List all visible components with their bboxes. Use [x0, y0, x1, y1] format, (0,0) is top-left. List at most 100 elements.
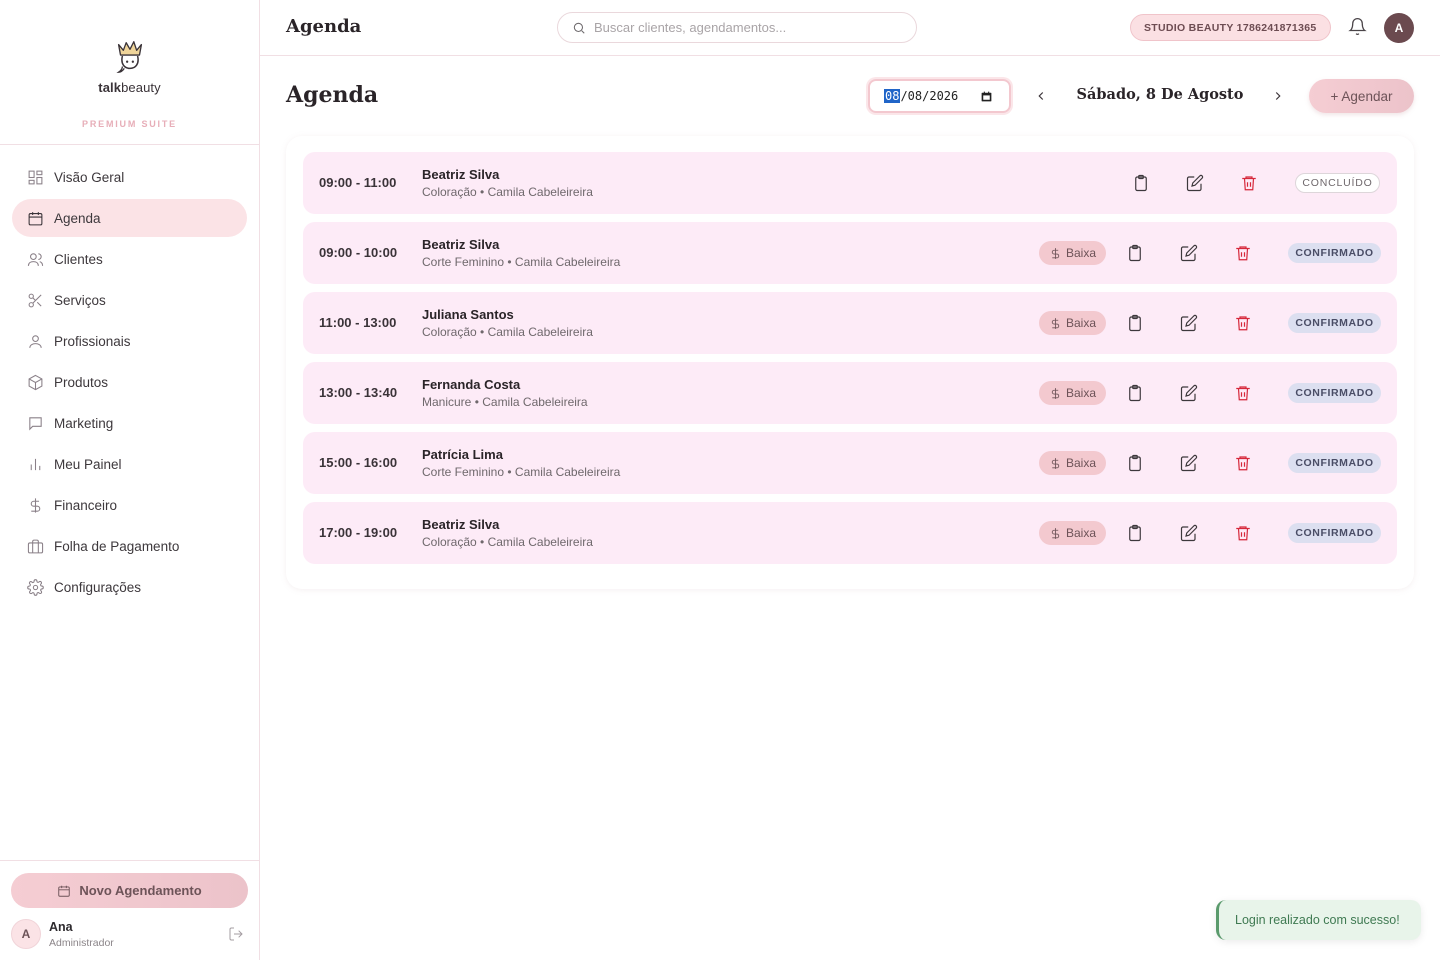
clipboard-icon	[1129, 384, 1141, 402]
calendar-icon	[58, 885, 71, 897]
appointment-client: Juliana Santos	[422, 307, 514, 322]
details-button[interactable]	[1125, 313, 1145, 333]
delete-button[interactable]	[1233, 453, 1253, 473]
date-day-segment[interactable]: 08	[884, 89, 901, 103]
sidebar-item-label: Meu Painel	[54, 456, 122, 472]
topbar-title: Agenda	[286, 16, 362, 37]
search-icon	[573, 22, 585, 34]
chevron-right-icon	[1275, 92, 1281, 100]
user-name: Ana	[49, 919, 73, 934]
delete-button[interactable]	[1233, 523, 1253, 543]
dollar-icon	[1051, 247, 1060, 259]
edit-button[interactable]	[1179, 453, 1199, 473]
sidebar-item-configuracoes[interactable]: Configurações	[12, 568, 247, 606]
edit-icon	[1180, 244, 1198, 262]
payment-baixa-button[interactable]: Baixa	[1039, 241, 1106, 265]
sidebar-item-agenda[interactable]: Agenda	[12, 199, 247, 237]
avatar: A	[11, 919, 41, 949]
payment-baixa-button[interactable]: Baixa	[1039, 451, 1106, 475]
payment-baixa-label: Baixa	[1065, 316, 1097, 330]
sidebar-item-financeiro[interactable]: Financeiro	[12, 486, 247, 524]
delete-button[interactable]	[1233, 243, 1253, 263]
sidebar-item-produtos[interactable]: Produtos	[12, 363, 247, 401]
grid-icon	[26, 168, 44, 186]
sidebar-item-folha-de-pagamento[interactable]: Folha de Pagamento	[12, 527, 247, 565]
appointment-time: 17:00 - 19:00	[319, 525, 398, 540]
sidebar-item-label: Visão Geral	[54, 169, 125, 185]
talkbeauty-logo	[115, 41, 142, 73]
trash-icon	[1242, 176, 1256, 191]
add-appointment-button[interactable]: + Agendar	[1309, 79, 1414, 113]
date-picker-input[interactable]: 08/08/2026	[868, 79, 1011, 113]
appointment-detail: Corte Feminino • Camila Cabeleireira	[422, 255, 621, 269]
calendar-icon	[26, 209, 44, 227]
studio-badge[interactable]: STUDIO BEAUTY 1786241871365	[1130, 14, 1331, 41]
delete-button[interactable]	[1233, 313, 1253, 333]
status-badge: CONCLUÍDO	[1295, 173, 1380, 193]
edit-icon	[1186, 174, 1204, 192]
delete-button[interactable]	[1239, 173, 1259, 193]
date-rest-segment[interactable]: /08/2026	[900, 89, 958, 103]
details-button[interactable]	[1125, 383, 1145, 403]
chevron-left-icon	[1038, 92, 1044, 100]
appointment-detail: Coloração • Camila Cabeleireira	[422, 535, 593, 549]
brand-header: talkbeauty PREMIUM SUITE	[0, 0, 259, 145]
edit-button[interactable]	[1179, 523, 1199, 543]
appointment-client: Beatriz Silva	[422, 167, 500, 182]
status-badge: CONFIRMADO	[1288, 383, 1381, 403]
notifications-button[interactable]	[1348, 17, 1368, 37]
appointment-time: 15:00 - 16:00	[319, 455, 398, 470]
logout-button[interactable]	[228, 926, 244, 942]
details-button[interactable]	[1125, 523, 1145, 543]
payment-baixa-button[interactable]: Baixa	[1039, 521, 1106, 545]
sidebar-item-visao-geral[interactable]: Visão Geral	[12, 158, 247, 196]
dollar-icon	[1051, 527, 1060, 539]
clipboard-icon	[1129, 244, 1141, 262]
scissors-icon	[26, 291, 44, 309]
sidebar-item-label: Profissionais	[54, 333, 131, 349]
appointment-detail: Manicure • Camila Cabeleireira	[422, 395, 588, 409]
search-input[interactable]	[594, 20, 894, 35]
calendar-picker-icon[interactable]	[980, 90, 993, 103]
search-bar[interactable]	[557, 12, 917, 43]
appointments-list: 09:00 - 11:00 Beatriz Silva Coloração • …	[286, 136, 1414, 589]
details-button[interactable]	[1131, 173, 1151, 193]
user-info: Ana Administrador	[49, 920, 114, 949]
brand-tagline: PREMIUM SUITE	[82, 119, 177, 129]
appointment-row[interactable]: 09:00 - 11:00 Beatriz Silva Coloração • …	[303, 152, 1397, 214]
sidebar-item-label: Marketing	[54, 415, 114, 431]
status-badge: CONFIRMADO	[1288, 523, 1381, 543]
sidebar-item-label: Configurações	[54, 579, 142, 595]
sidebar-item-profissionais[interactable]: Profissionais	[12, 322, 247, 360]
avatar[interactable]: A	[1384, 13, 1414, 43]
sidebar-item-meu-painel[interactable]: Meu Painel	[12, 445, 247, 483]
dollar-icon	[1051, 317, 1060, 329]
clipboard-icon	[1135, 174, 1147, 192]
new-appointment-button[interactable]: Novo Agendamento	[11, 873, 248, 908]
delete-button[interactable]	[1233, 383, 1253, 403]
edit-button[interactable]	[1179, 383, 1199, 403]
appointment-row[interactable]: 09:00 - 10:00 Beatriz Silva Corte Femini…	[303, 222, 1397, 284]
details-button[interactable]	[1125, 243, 1145, 263]
sidebar-item-label: Serviços	[54, 292, 106, 308]
appointment-row[interactable]: 11:00 - 13:00 Juliana Santos Coloração •…	[303, 292, 1397, 354]
sidebar-item-marketing[interactable]: Marketing	[12, 404, 247, 442]
message-icon	[26, 414, 44, 432]
dollar-icon	[1051, 387, 1060, 399]
user-role: Administrador	[49, 936, 114, 949]
appointment-row[interactable]: 13:00 - 13:40 Fernanda Costa Manicure • …	[303, 362, 1397, 424]
payment-baixa-button[interactable]: Baixa	[1039, 311, 1106, 335]
next-day-button[interactable]	[1268, 86, 1288, 106]
payment-baixa-button[interactable]: Baixa	[1039, 381, 1106, 405]
bar-chart-icon	[26, 455, 44, 473]
sidebar-item-servicos[interactable]: Serviços	[12, 281, 247, 319]
appointment-row[interactable]: 17:00 - 19:00 Beatriz Silva Coloração • …	[303, 502, 1397, 564]
appointment-row[interactable]: 15:00 - 16:00 Patrícia Lima Corte Femini…	[303, 432, 1397, 494]
edit-button[interactable]	[1185, 173, 1205, 193]
sidebar-item-clientes[interactable]: Clientes	[12, 240, 247, 278]
edit-button[interactable]	[1179, 243, 1199, 263]
previous-day-button[interactable]	[1031, 86, 1051, 106]
edit-button[interactable]	[1179, 313, 1199, 333]
details-button[interactable]	[1125, 453, 1145, 473]
box-icon	[26, 373, 44, 391]
